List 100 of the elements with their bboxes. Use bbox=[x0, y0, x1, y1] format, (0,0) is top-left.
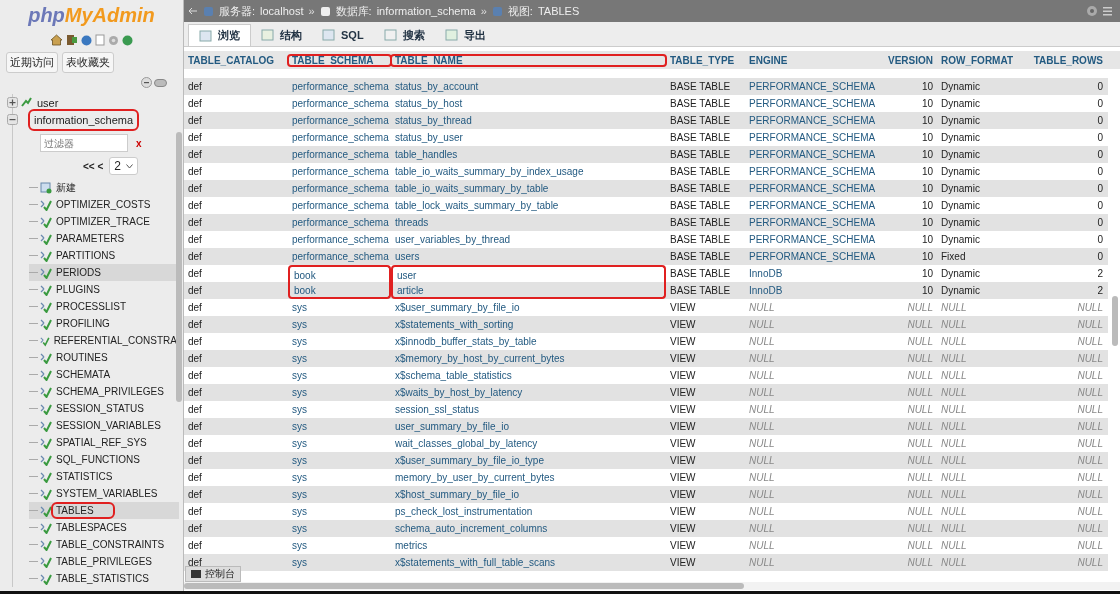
table-cell[interactable]: performance_schema bbox=[288, 197, 391, 214]
table-item[interactable]: OPTIMIZER_TRACE bbox=[54, 216, 152, 227]
table-cell[interactable]: sys bbox=[288, 469, 391, 486]
column-header[interactable]: TABLE_CATALOG bbox=[184, 54, 288, 66]
column-header[interactable]: TABLE_NAME bbox=[391, 54, 666, 66]
table-cell[interactable]: status_by_host bbox=[391, 95, 666, 112]
table-cell[interactable]: sys bbox=[288, 435, 391, 452]
table-item[interactable]: SCHEMATA bbox=[54, 369, 113, 380]
table-cell[interactable]: status_by_account bbox=[391, 78, 666, 95]
tab[interactable]: 结构 bbox=[251, 24, 312, 46]
expander-icon[interactable] bbox=[7, 97, 18, 108]
table-cell[interactable]: sys bbox=[288, 350, 391, 367]
table-item[interactable]: TABLE_PRIVILEGES bbox=[54, 556, 154, 567]
table-cell[interactable]: sys bbox=[288, 418, 391, 435]
table-cell[interactable]: x$memory_by_host_by_current_bytes bbox=[391, 350, 666, 367]
column-header[interactable]: TABLE_SCHEMA bbox=[288, 54, 391, 66]
tab[interactable]: 浏览 bbox=[188, 24, 251, 46]
tab[interactable]: 导出 bbox=[434, 24, 496, 46]
table-cell[interactable]: table_io_waits_summary_by_index_usage bbox=[391, 163, 666, 180]
table-cell[interactable]: ps_check_lost_instrumentation bbox=[391, 503, 666, 520]
table-cell[interactable]: table_io_waits_summary_by_table bbox=[391, 180, 666, 197]
column-header[interactable]: TABLE_TYPE bbox=[666, 54, 745, 66]
database-item[interactable]: user bbox=[35, 95, 61, 110]
breadcrumb-link[interactable]: information_schema bbox=[376, 5, 476, 17]
filter-field[interactable]: 过滤器 bbox=[40, 134, 128, 152]
scrollbar-thumb[interactable] bbox=[176, 132, 182, 402]
column-header[interactable]: ENGINE bbox=[745, 54, 878, 66]
table-cell[interactable]: threads bbox=[391, 214, 666, 231]
table-cell[interactable]: performance_schema bbox=[288, 146, 391, 163]
table-cell[interactable]: session_ssl_status bbox=[391, 401, 666, 418]
table-item[interactable]: SCHEMA_PRIVILEGES bbox=[54, 386, 166, 397]
column-header[interactable]: ROW_FORMAT bbox=[937, 54, 1023, 66]
table-item[interactable]: TABLE_STATISTICS bbox=[54, 573, 151, 584]
table-item[interactable]: PROFILING bbox=[54, 318, 112, 329]
table-cell[interactable]: x$waits_by_host_by_latency bbox=[391, 384, 666, 401]
menu-icon[interactable] bbox=[1103, 5, 1112, 17]
tab[interactable]: 搜索 bbox=[373, 24, 435, 46]
sidebar-button[interactable]: 近期访问 bbox=[6, 52, 58, 73]
table-item[interactable]: PARTITIONS bbox=[54, 250, 118, 261]
table-cell[interactable]: memory_by_user_by_current_bytes bbox=[391, 469, 666, 486]
table-cell[interactable]: performance_schema bbox=[288, 112, 391, 129]
console-button[interactable]: 控制台 bbox=[185, 566, 241, 582]
table-item[interactable]: PARAMETERS bbox=[54, 233, 127, 244]
expander-icon[interactable] bbox=[7, 114, 18, 125]
table-cell[interactable]: sys bbox=[288, 537, 391, 554]
previous-page-link[interactable]: << < bbox=[83, 160, 104, 172]
table-cell[interactable]: status_by_user bbox=[391, 129, 666, 146]
table-cell[interactable]: performance_schema bbox=[288, 248, 391, 265]
table-cell[interactable]: sys bbox=[288, 452, 391, 469]
collapse-icon[interactable] bbox=[141, 77, 152, 88]
table-item[interactable]: ROUTINES bbox=[54, 352, 110, 363]
table-cell[interactable]: sys bbox=[288, 520, 391, 537]
table-cell[interactable]: performance_schema bbox=[288, 214, 391, 231]
tab[interactable]: SQL bbox=[312, 24, 374, 46]
table-cell[interactable]: performance_schema bbox=[288, 231, 391, 248]
table-item[interactable]: STATISTICS bbox=[54, 471, 115, 482]
table-cell[interactable]: x$user_summary_by_file_io_type bbox=[391, 452, 666, 469]
document-icon[interactable] bbox=[95, 34, 105, 46]
exit-icon[interactable] bbox=[66, 34, 78, 46]
column-header[interactable]: TABLE_ROWS bbox=[1023, 54, 1107, 66]
database-item[interactable]: information_schema bbox=[31, 111, 137, 128]
table-cell[interactable]: sys bbox=[288, 384, 391, 401]
table-cell[interactable]: sys bbox=[288, 503, 391, 520]
table-cell[interactable]: user_variables_by_thread bbox=[391, 231, 666, 248]
table-item[interactable]: PROCESSLIST bbox=[54, 301, 129, 312]
table-item[interactable]: REFERENTIAL_CONSTRA bbox=[51, 335, 179, 346]
table-cell[interactable]: status_by_thread bbox=[391, 112, 666, 129]
table-cell[interactable]: performance_schema bbox=[288, 129, 391, 146]
sidebar-button[interactable]: 表收藏夹 bbox=[62, 52, 114, 73]
breadcrumb-link[interactable]: TABLES bbox=[537, 5, 580, 17]
table-cell[interactable]: user_summary_by_file_io bbox=[391, 418, 666, 435]
back-arrow-icon[interactable] bbox=[188, 6, 198, 16]
scrollbar-thumb[interactable] bbox=[1112, 296, 1118, 346]
table-cell[interactable]: sys bbox=[288, 316, 391, 333]
table-item[interactable]: SQL_FUNCTIONS bbox=[54, 454, 142, 465]
table-item[interactable]: TABLE_CONSTRAINTS bbox=[54, 539, 167, 550]
table-cell[interactable]: table_handles bbox=[391, 146, 666, 163]
breadcrumb-link[interactable]: localhost bbox=[260, 5, 304, 17]
table-item[interactable]: OPTIMIZER_COSTS bbox=[54, 199, 153, 210]
new-table-link[interactable]: 新建 bbox=[54, 180, 78, 195]
table-cell[interactable]: sys bbox=[288, 401, 391, 418]
table-cell[interactable]: users bbox=[391, 248, 666, 265]
table-item[interactable]: TABLESPACES bbox=[54, 522, 129, 533]
table-item[interactable]: PLUGINS bbox=[54, 284, 102, 295]
table-cell[interactable]: metrics bbox=[391, 537, 666, 554]
table-cell[interactable]: x$innodb_buffer_stats_by_table bbox=[391, 333, 666, 350]
gear-icon[interactable] bbox=[108, 34, 119, 46]
table-item[interactable]: SESSION_STATUS bbox=[54, 403, 146, 414]
table-cell[interactable]: x$statements_with_full_table_scans bbox=[391, 554, 666, 571]
table-cell[interactable]: sys bbox=[288, 367, 391, 384]
page-select[interactable]: 2 bbox=[109, 157, 138, 175]
home-icon[interactable] bbox=[50, 34, 63, 46]
table-cell[interactable]: x$user_summary_by_file_io bbox=[391, 299, 666, 316]
table-item[interactable]: SYSTEM_VARIABLES bbox=[54, 488, 160, 499]
table-cell[interactable]: wait_classes_global_by_latency bbox=[391, 435, 666, 452]
settings-icon[interactable] bbox=[1086, 5, 1098, 17]
table-cell[interactable]: table_lock_waits_summary_by_table bbox=[391, 197, 666, 214]
table-cell[interactable]: sys bbox=[288, 299, 391, 316]
table-cell[interactable]: sys bbox=[288, 486, 391, 503]
table-cell[interactable]: x$host_summary_by_file_io bbox=[391, 486, 666, 503]
